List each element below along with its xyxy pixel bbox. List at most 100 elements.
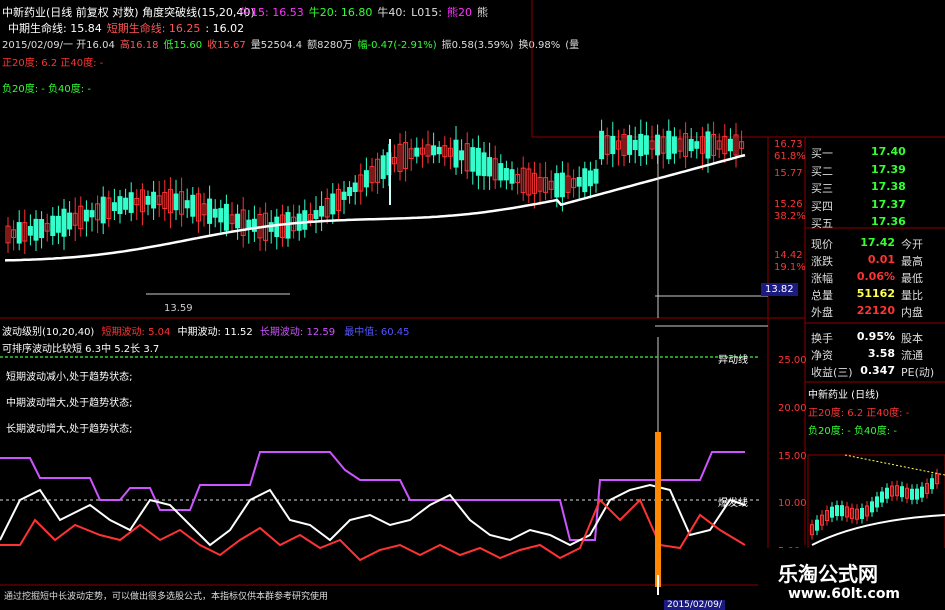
mini-candle: [815, 519, 819, 531]
stat-row: 外盘 22120 内盘: [807, 302, 945, 320]
bid-price: 17.38: [871, 180, 906, 193]
candle-body: [453, 139, 459, 168]
candlestick-chart[interactable]: [0, 0, 945, 609]
candle-body: [223, 203, 229, 231]
long-wave-line: [0, 451, 745, 541]
candle-body: [363, 170, 369, 188]
candle-body: [61, 208, 67, 237]
candle-body: [347, 187, 353, 197]
mini-candle: [900, 486, 904, 498]
bid-label: 买三: [811, 182, 833, 195]
candle-body: [610, 135, 616, 155]
candle-body: [638, 133, 644, 157]
stat2-label2: 股本: [901, 332, 923, 345]
candle-body: [235, 213, 241, 229]
stat-row: 涨跌 0.01 最高: [807, 251, 945, 269]
short-wave-label: 短期波动: 5.04: [101, 327, 171, 338]
mini-candle: [915, 488, 919, 500]
mid-status: 中期波动增大,处于趋势状态;: [6, 398, 133, 409]
candle-body: [302, 210, 308, 230]
stat2-label: 净资: [811, 349, 833, 362]
candle-body: [459, 150, 465, 161]
price-tick: 16.73: [774, 139, 803, 150]
stat-row: 现价 17.42 今开: [807, 234, 945, 252]
price-tick: 61.8%: [774, 151, 806, 162]
mini-candle: [860, 507, 864, 519]
stat-value: 17.42: [860, 236, 895, 249]
candle-body: [111, 202, 117, 212]
sort-row: 可排序波动比较短 6.3中 5.2长 3.7: [2, 344, 160, 355]
sub-axis-tick: 25.00: [778, 355, 807, 366]
mini-positive-angle: 正20度: 6.2 正40度: -: [808, 408, 910, 419]
mini-candle: [910, 488, 914, 500]
candle-body: [218, 208, 224, 223]
candle-body: [319, 205, 325, 217]
sub-chart-name: 波动级别(10,20,40): [2, 327, 95, 338]
sub-axis-tick: 15.00: [778, 451, 807, 462]
sub-axis-tick: 20.00: [778, 403, 807, 414]
candle-body: [128, 192, 134, 213]
stat2-label2: 流通: [901, 349, 923, 362]
stat-label: 外盘: [811, 306, 833, 319]
candle-body: [100, 196, 106, 224]
candle-body: [694, 141, 700, 149]
candle-body: [190, 194, 196, 217]
price-tick: 14.42: [774, 250, 803, 261]
candle-body: [89, 210, 95, 218]
price-tick: 15.77: [774, 168, 803, 179]
candle-body: [559, 172, 565, 198]
candle-body: [727, 138, 733, 152]
bid-row: 买一 17.40: [807, 143, 945, 161]
mid-wave-line: [0, 483, 746, 547]
candle-body: [285, 212, 291, 239]
bid-price: 17.37: [871, 197, 906, 211]
candle-body: [27, 226, 33, 236]
stat2-label: 收益(三): [811, 366, 853, 379]
candle-body: [470, 147, 476, 172]
candle-body: [151, 191, 157, 209]
sub-axis-tick: 10.00: [778, 498, 807, 509]
stat2-row: 收益(三) 0.347 PE(动): [807, 362, 945, 380]
candle-body: [671, 136, 677, 154]
bid-label: 买五: [811, 217, 833, 230]
candle-body: [246, 219, 252, 229]
candle-body: [207, 198, 213, 224]
stat-label2: 今开: [901, 238, 923, 251]
candle-body: [212, 208, 218, 218]
stat2-value: 3.58: [867, 347, 895, 360]
watermark-url: www.60lt.com: [788, 586, 901, 602]
candle-body: [380, 155, 386, 179]
stat-row: 总量 51162 量比: [807, 285, 945, 303]
bid-price: 17.39: [871, 162, 906, 176]
stat2-row: 换手 0.95% 股本: [807, 328, 945, 346]
candle-body: [487, 157, 493, 177]
stat-label2: 最高: [901, 255, 923, 268]
mini-candle: [875, 496, 879, 508]
candle-body: [145, 195, 151, 205]
extra-label: 最中值: 60.45: [344, 327, 410, 338]
low-price-marker: 13.59: [164, 303, 193, 314]
baofa-line-label: 爆发线: [718, 498, 748, 509]
sub-chart-title: 波动级别(10,20,40) 短期波动: 5.04 中期波动: 11.52 长期…: [2, 323, 409, 338]
mini-candle: [920, 486, 924, 498]
bid-label: 买一: [811, 147, 833, 160]
short-status: 短期波动减小,处于趋势状态;: [6, 372, 133, 383]
yidong-line-label: 异动线: [718, 355, 748, 366]
stat-label2: 内盘: [901, 306, 923, 319]
mini-candle: [870, 501, 874, 513]
price-tick: 19.1%: [774, 262, 806, 273]
bid-row: 买五 17.36: [807, 213, 945, 231]
bid-label: 买二: [811, 164, 833, 178]
candle-body: [123, 197, 129, 210]
stat-label: 涨跌: [811, 255, 833, 268]
bid-row: 买二 17.39: [807, 161, 945, 179]
footer-note: 通过挖掘短中长波动定势，可以做出很多选股公式，本指标仅供本群参考研究使用: [4, 592, 329, 602]
candle-body: [414, 147, 420, 157]
candle-body: [173, 193, 179, 211]
candle-body: [16, 222, 22, 244]
candle-body: [554, 173, 560, 198]
candle-body: [55, 215, 61, 233]
mini-candle: [840, 505, 844, 517]
stat-row: 涨幅 0.06% 最低: [807, 268, 945, 286]
candle-body: [582, 168, 588, 193]
